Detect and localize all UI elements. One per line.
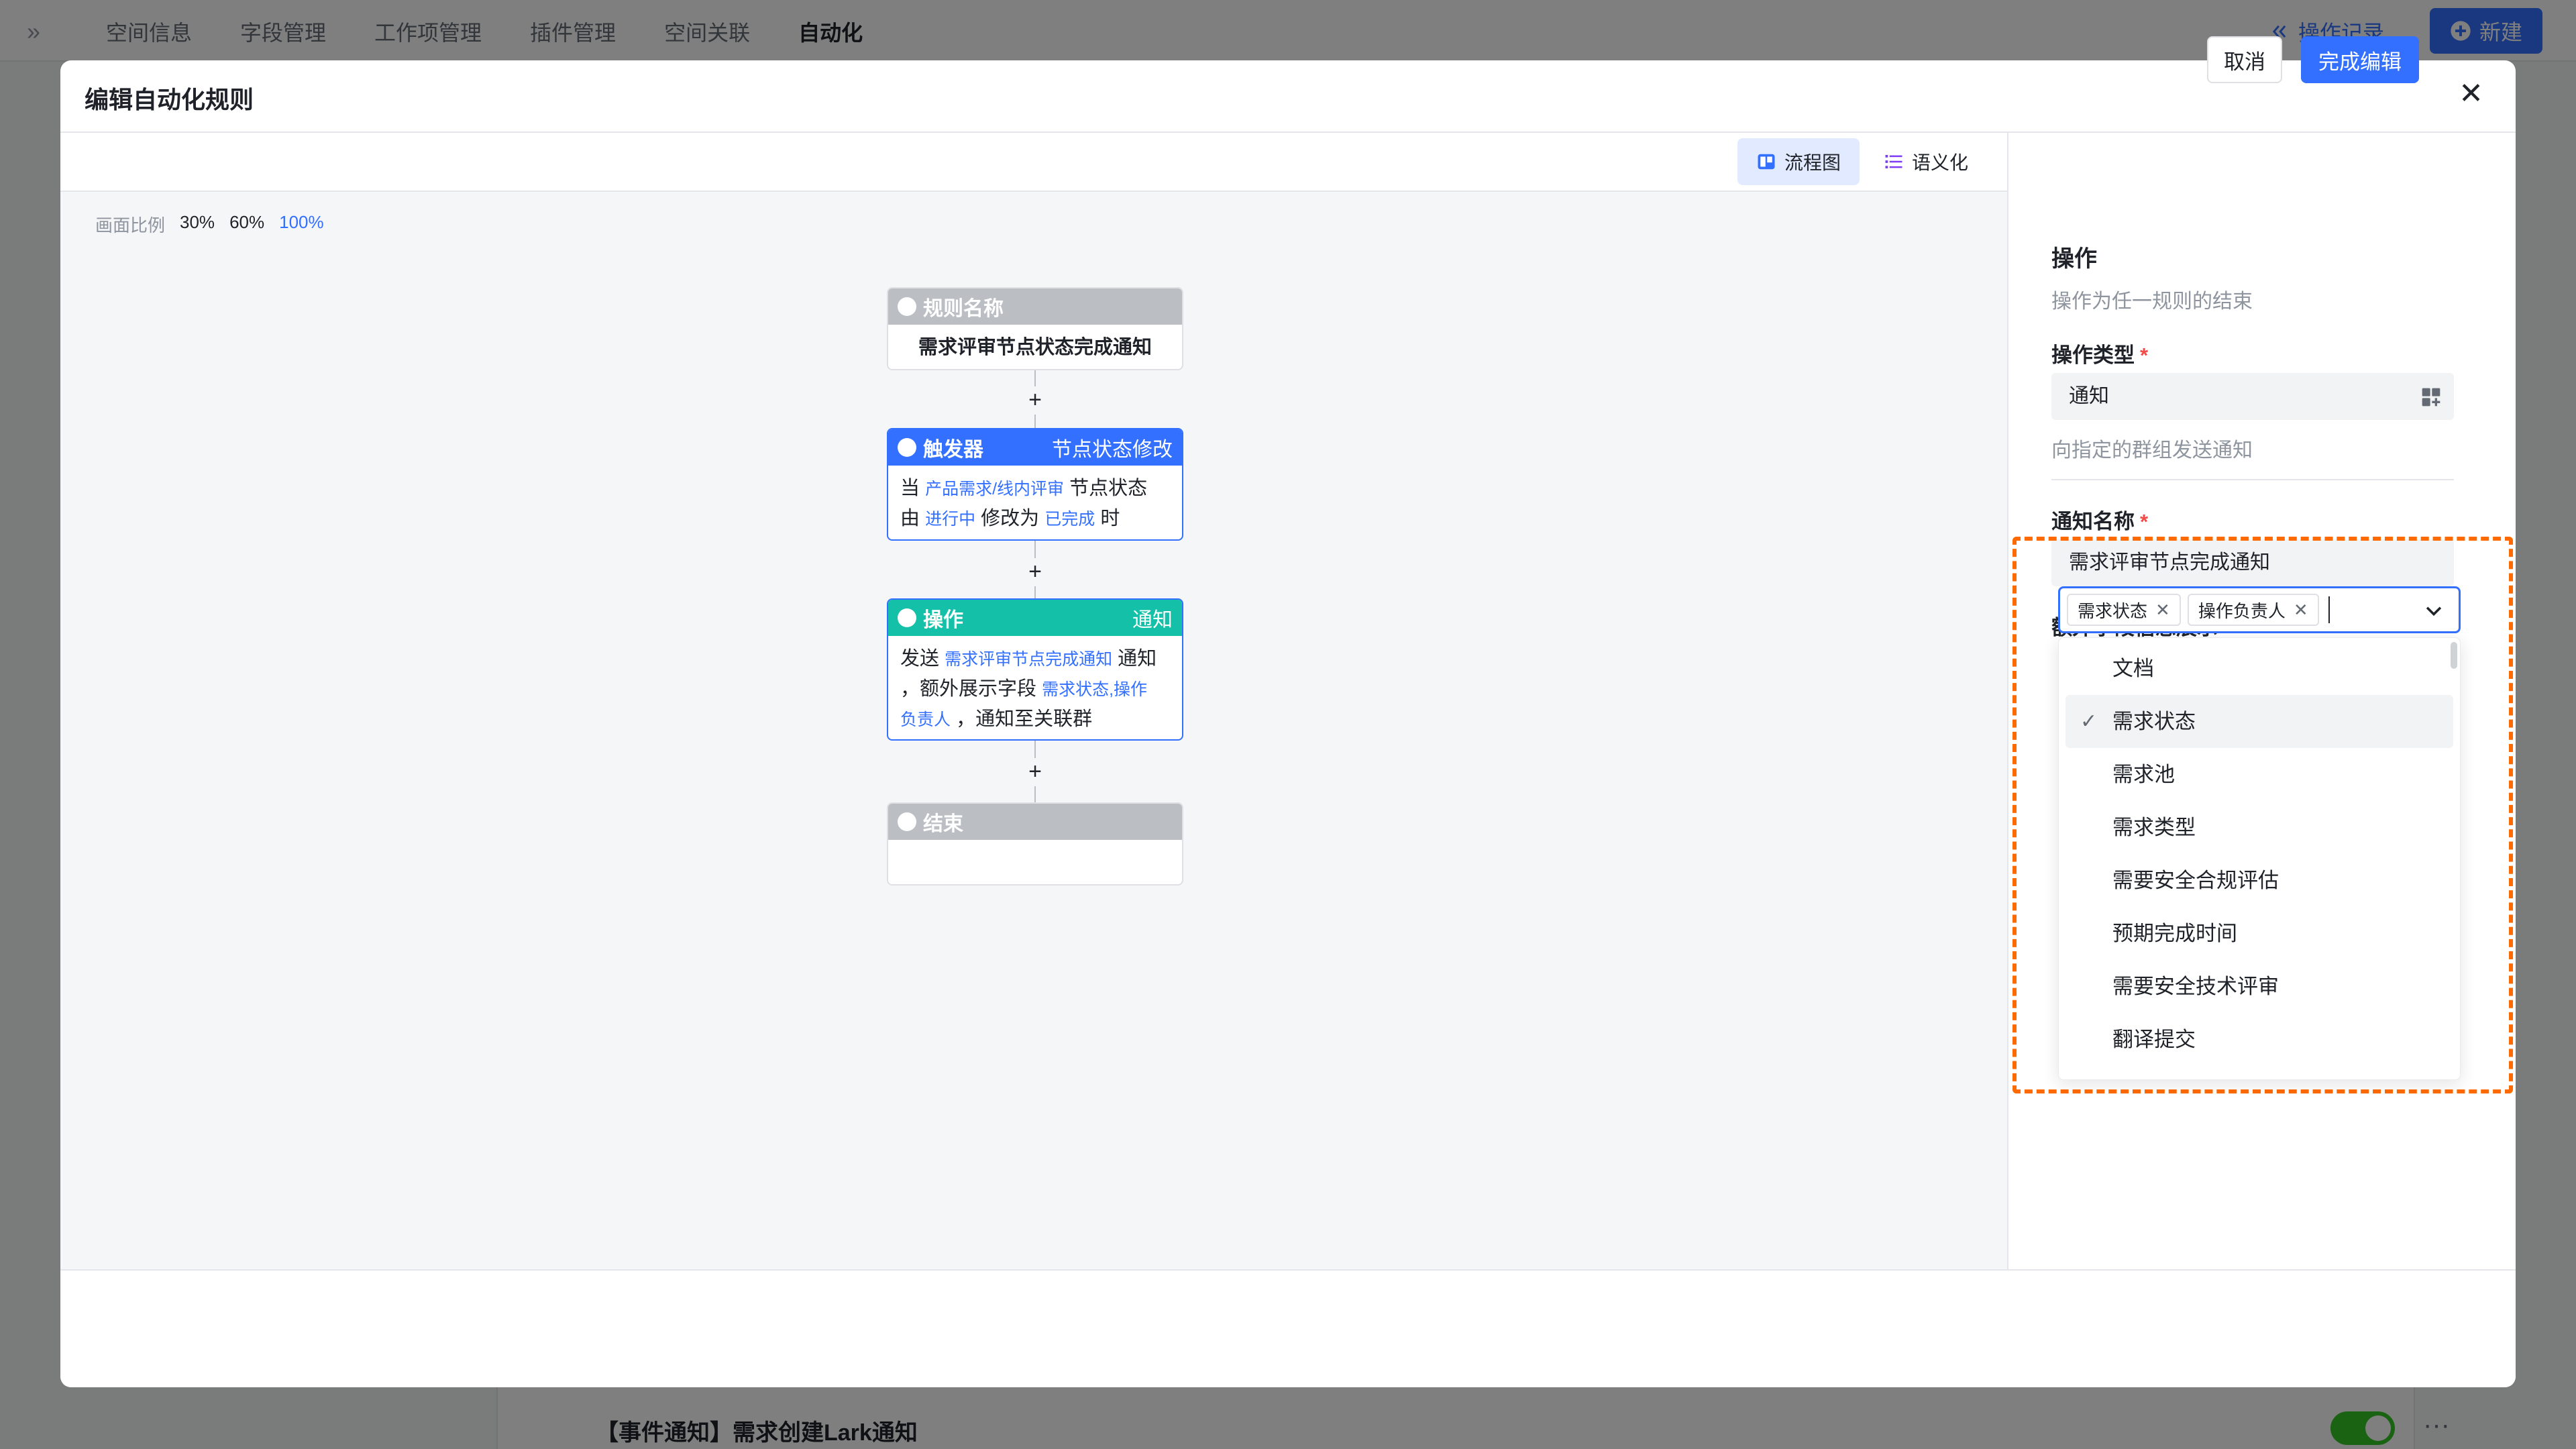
end-node[interactable]: 结束 — [887, 802, 1183, 885]
action-extra-fields: 负责人 — [900, 710, 951, 729]
end-node-title: 结束 — [923, 813, 963, 835]
action-text: ，通知至关联群 — [956, 708, 1093, 730]
trigger-text: 当 — [900, 478, 920, 499]
trigger-text: 节点状态 — [1069, 478, 1148, 499]
flow-canvas: 流程图 语义化 画面比例 30% 60% 100% + + + 规则名称 需求评… — [60, 133, 2008, 1269]
list-icon — [1885, 155, 1902, 168]
flowchart-view-label: 流程图 — [1784, 152, 1841, 173]
selected-tag: 操作负责人 ✕ — [2187, 594, 2319, 626]
op-type-value: 通知 — [2069, 385, 2109, 407]
panel-subtitle: 操作为任一规则的结束 — [2051, 290, 2253, 313]
zoom-100[interactable]: 100% — [279, 212, 324, 237]
action-extra-fields: 需求状态,操作 — [1042, 680, 1148, 699]
zoom-30[interactable]: 30% — [180, 212, 215, 237]
action-icon — [898, 608, 916, 627]
dropdown-option[interactable]: 需要安全技术评审 — [2065, 960, 2453, 1013]
remove-tag-icon[interactable]: ✕ — [2155, 600, 2170, 621]
zoom-label: 画面比例 — [95, 215, 166, 235]
grid-add-icon — [2422, 388, 2440, 407]
chevron-down-icon[interactable] — [2422, 599, 2445, 622]
rule-name-node-header: 规则名称 — [888, 288, 1182, 325]
notify-name-label: 通知名称 * — [2051, 504, 2148, 535]
notify-name-label-text: 通知名称 — [2051, 510, 2135, 533]
zoom-60[interactable]: 60% — [229, 212, 264, 237]
cancel-button[interactable]: 取消 — [2207, 36, 2282, 83]
op-type-select[interactable]: 通知 — [2051, 373, 2454, 420]
op-type-hint: 向指定的群组发送通知 — [2051, 439, 2253, 462]
action-node-title: 操作 — [923, 609, 963, 631]
trigger-text: 修改为 — [981, 508, 1040, 529]
dialog-footer — [60, 1269, 2516, 1387]
required-mark: * — [2140, 510, 2149, 533]
semantic-view-label: 语义化 — [1912, 152, 1969, 173]
trigger-text: 由 — [900, 508, 920, 529]
trigger-node-header: 触发器 节点状态修改 — [888, 429, 1182, 466]
dropdown-option[interactable]: 翻译提交 — [2065, 1013, 2453, 1066]
trigger-text: 时 — [1100, 508, 1120, 529]
rule-name-value: 需求评审节点状态完成通知 — [918, 337, 1152, 358]
close-icon[interactable]: ✕ — [2459, 76, 2483, 111]
dialog-header: 编辑自动化规则 ✕ — [60, 60, 2516, 133]
flowchart-icon — [1758, 154, 1775, 170]
add-step-button[interactable]: + — [1021, 386, 1049, 415]
required-mark: * — [2140, 343, 2149, 367]
action-text: ，额外展示字段 — [900, 678, 1037, 700]
rule-name-node-title: 规则名称 — [923, 298, 1004, 320]
view-toolbar: 流程图 语义化 — [60, 133, 2007, 192]
finish-edit-button[interactable]: 完成编辑 — [2301, 36, 2419, 83]
trigger-node-value: 产品需求/线内评审 — [925, 480, 1065, 498]
action-text: 通知 — [1118, 648, 1157, 669]
trigger-to-status: 已完成 — [1044, 510, 1095, 529]
selected-tag: 需求状态 ✕ — [2067, 594, 2181, 626]
rule-name-node[interactable]: 规则名称 需求评审节点状态完成通知 — [887, 287, 1183, 370]
zoom-controls: 画面比例 30% 60% 100% — [95, 212, 324, 237]
dropdown-option-selected[interactable]: ✓ 需求状态 — [2065, 695, 2453, 748]
action-text: 发送 — [900, 648, 940, 669]
flowchart-view-button[interactable]: 流程图 — [1737, 138, 1860, 185]
trigger-node[interactable]: 触发器 节点状态修改 当 产品需求/线内评审 节点状态 由 进行中 修改为 已完… — [887, 428, 1183, 541]
trigger-from-status: 进行中 — [925, 510, 976, 529]
selected-tag-label: 需求状态 — [2078, 600, 2148, 621]
stop-icon — [898, 812, 916, 831]
play-icon — [898, 297, 916, 316]
dropdown-scrollbar[interactable] — [2451, 642, 2457, 669]
op-type-label: 操作类型 * — [2051, 338, 2148, 368]
dropdown-option[interactable]: 需求类型 — [2065, 801, 2453, 854]
semantic-view-button[interactable]: 语义化 — [1865, 138, 1987, 185]
extra-fields-multiselect[interactable]: 需求状态 ✕ 操作负责人 ✕ — [2058, 586, 2461, 633]
trigger-description: 当 产品需求/线内评审 节点状态 由 进行中 修改为 已完成 时 — [888, 466, 1182, 539]
extra-fields-dropdown: 文档 ✓ 需求状态 需求池 需求类型 需要安全合规评估 预期完成时间 需要安全技… — [2058, 637, 2461, 1080]
trigger-type-tag: 节点状态修改 — [1052, 439, 1173, 461]
remove-tag-icon[interactable]: ✕ — [2294, 600, 2308, 621]
trigger-icon — [898, 438, 916, 457]
action-description: 发送 需求评审节点完成通知 通知 ，额外展示字段 需求状态,操作 负责人 ，通知… — [888, 636, 1182, 739]
selected-tag-label: 操作负责人 — [2198, 600, 2286, 621]
dropdown-option[interactable]: 文档 — [2065, 642, 2453, 695]
dropdown-option[interactable]: 需要安全合规评估 — [2065, 854, 2453, 907]
trigger-node-title: 触发器 — [923, 439, 983, 461]
add-step-button[interactable]: + — [1021, 558, 1049, 586]
action-node[interactable]: 操作 通知 发送 需求评审节点完成通知 通知 ，额外展示字段 需求状态,操作 负… — [887, 598, 1183, 741]
action-type-tag: 通知 — [1132, 609, 1173, 631]
dialog-title: 编辑自动化规则 — [85, 86, 254, 113]
action-node-header: 操作 通知 — [888, 600, 1182, 636]
divider — [2051, 479, 2454, 480]
panel-title: 操作 — [2051, 246, 2097, 272]
add-step-button[interactable]: + — [1021, 758, 1049, 786]
dropdown-option[interactable]: 需求池 — [2065, 748, 2453, 801]
dropdown-option[interactable]: 预期完成时间 — [2065, 907, 2453, 960]
op-type-label-text: 操作类型 — [2051, 343, 2135, 367]
action-notify-name: 需求评审节点完成通知 — [945, 650, 1113, 669]
dropdown-option-label: 需求状态 — [2112, 710, 2196, 733]
text-cursor — [2328, 596, 2330, 623]
check-icon: ✓ — [2080, 710, 2098, 733]
end-node-header: 结束 — [888, 804, 1182, 840]
